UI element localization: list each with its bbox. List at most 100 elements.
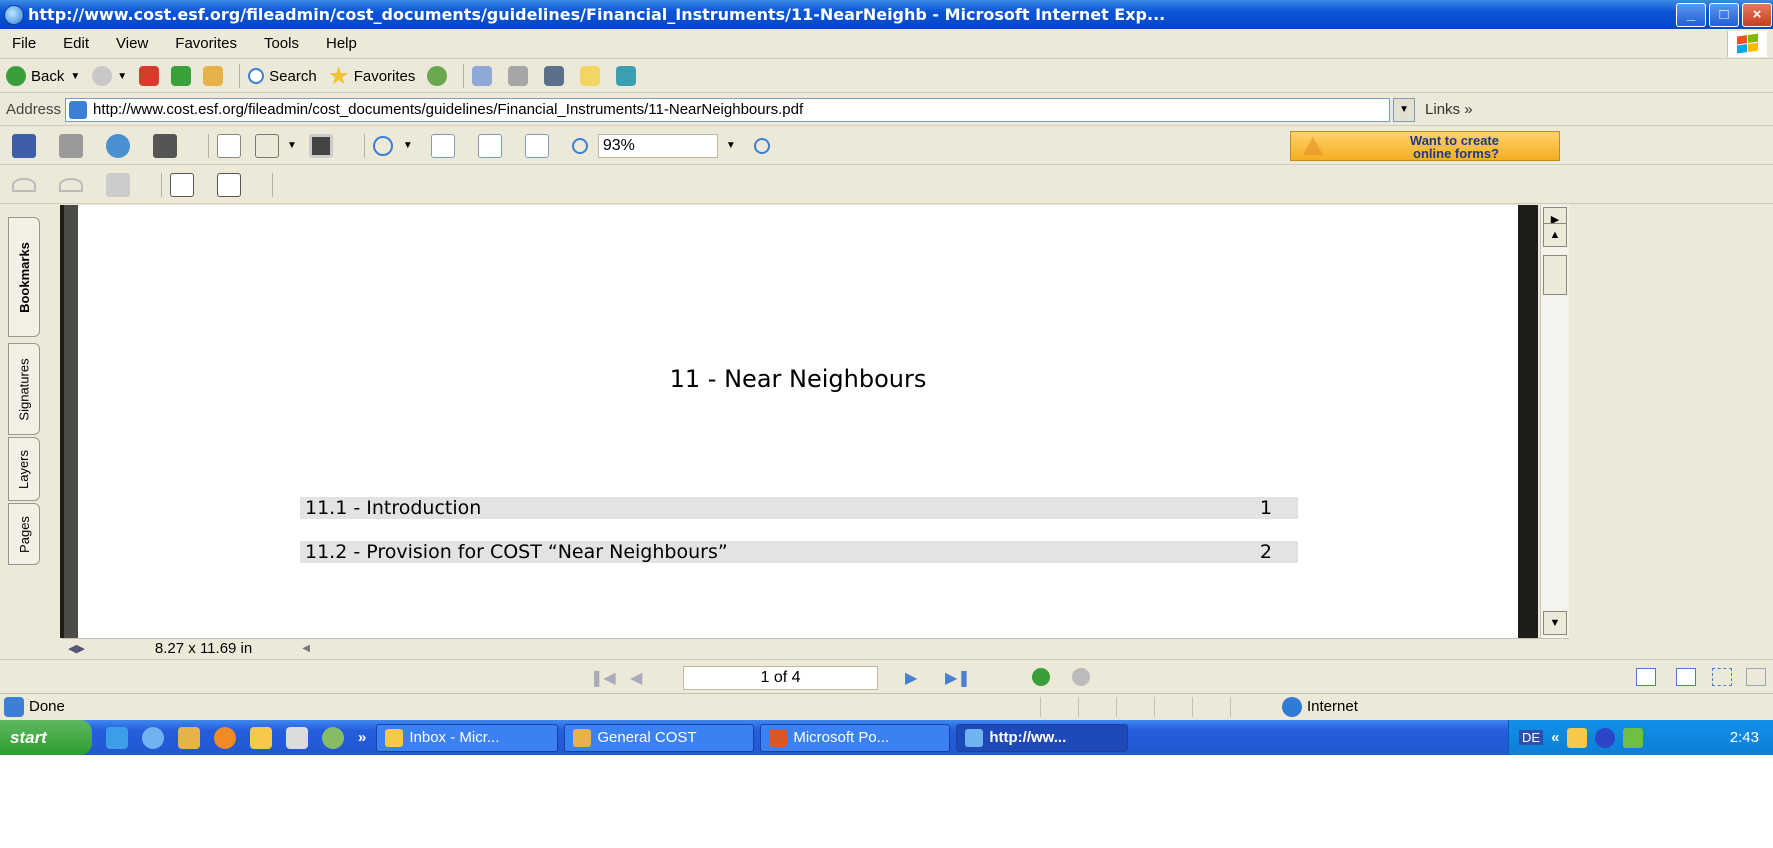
fit-width-icon[interactable] [524, 133, 549, 158]
toc-row[interactable]: 11.1 - Introduction 1 [300, 497, 1298, 519]
back-button[interactable]: Back ▼ [6, 66, 80, 86]
scroll-thumb[interactable] [1543, 255, 1567, 295]
clock[interactable]: 2:43 [1730, 729, 1759, 746]
tray-expand-chevron[interactable]: « [1551, 729, 1559, 746]
zoom-out-icon[interactable] [571, 137, 588, 154]
forward-button[interactable]: ▼ [92, 66, 127, 86]
restore-button[interactable]: □ [1709, 2, 1739, 27]
search-button[interactable]: Search [248, 68, 317, 85]
page-size-bar: ◀▶ 8.27 x 11.69 in ◀ [62, 638, 1569, 658]
first-page-icon[interactable]: ❚◀ [590, 668, 616, 687]
address-input[interactable]: http://www.cost.esf.org/fileadmin/cost_d… [65, 97, 1391, 122]
quicklaunch-ie-icon[interactable] [142, 726, 164, 749]
previous-page-icon[interactable]: ◀ [630, 668, 650, 687]
blank-area [0, 755, 1773, 848]
status-pane [1040, 696, 1078, 717]
save-icon[interactable] [12, 133, 36, 158]
zoom-level-dropdown-icon[interactable]: ▼ [726, 140, 736, 151]
scroll-down-button[interactable]: ▼ [1543, 611, 1567, 635]
tab-signatures[interactable]: Signatures [8, 343, 40, 435]
internet-globe-icon [1282, 696, 1302, 717]
edit-icon[interactable] [544, 66, 565, 86]
quicklaunch-outlook-icon[interactable] [250, 726, 272, 749]
quicklaunch-media-icon[interactable] [214, 726, 236, 749]
menu-edit[interactable]: Edit [63, 35, 89, 52]
continuous-layout-icon[interactable] [1676, 668, 1696, 686]
scroll-left-button[interactable]: ◀ [302, 643, 310, 654]
tray-outlook-icon[interactable] [1567, 727, 1588, 748]
favorites-button[interactable]: Favorites [329, 66, 415, 86]
rotate-counterclockwise-icon[interactable] [217, 172, 241, 197]
minimize-button[interactable]: _ [1676, 2, 1706, 27]
menu-favorites[interactable]: Favorites [175, 35, 237, 52]
menu-tools[interactable]: Tools [264, 35, 299, 52]
toc-row[interactable]: 11.2 - Provision for COST “Near Neighbou… [300, 541, 1298, 563]
language-indicator[interactable]: DE [1519, 730, 1544, 745]
forward-arrow-icon [92, 66, 113, 86]
zoom-in-icon[interactable] [372, 135, 393, 156]
quicklaunch-more-chevron[interactable]: » [358, 729, 366, 746]
zoom-input[interactable]: 93% [597, 133, 718, 158]
zoom-dropdown-icon[interactable]: ▼ [403, 140, 413, 151]
quicklaunch-explorer-icon[interactable] [178, 726, 200, 749]
refresh-icon[interactable] [171, 66, 192, 86]
hand-tool-icon[interactable] [217, 133, 241, 158]
select-dropdown-icon[interactable]: ▼ [287, 140, 297, 151]
stop-icon[interactable] [139, 66, 160, 86]
tab-pages[interactable]: Pages [8, 503, 40, 565]
rotate-clockwise-icon[interactable] [170, 172, 194, 197]
menu-bar: File Edit View Favorites Tools Help [0, 29, 1773, 59]
messenger-icon[interactable] [616, 66, 637, 86]
copy-icon[interactable] [106, 172, 130, 197]
task-internet-explorer[interactable]: http://ww... [956, 723, 1129, 752]
continuous-facing-layout-icon[interactable] [1746, 668, 1766, 686]
task-general-cost[interactable]: General COST [564, 723, 755, 752]
zoom-in-plus-icon[interactable] [753, 137, 770, 154]
menu-view[interactable]: View [116, 35, 148, 52]
quicklaunch-messenger-icon[interactable] [322, 726, 344, 749]
undo-icon[interactable] [12, 177, 36, 192]
select-text-icon[interactable] [255, 133, 279, 158]
previous-view-icon[interactable] [1032, 668, 1050, 686]
email-icon[interactable] [106, 133, 130, 158]
actual-size-icon[interactable] [430, 133, 455, 158]
snapshot-icon[interactable] [308, 133, 333, 158]
status-done: Done [4, 696, 1040, 717]
page-done-icon [4, 696, 24, 717]
tray-vpn-icon[interactable] [1623, 727, 1644, 748]
scroll-up-button[interactable]: ▲ [1543, 223, 1567, 247]
menu-help[interactable]: Help [326, 35, 357, 52]
menu-file[interactable]: File [12, 35, 36, 52]
facing-layout-icon[interactable] [1712, 668, 1732, 686]
mail-icon[interactable] [472, 66, 493, 86]
redo-icon[interactable] [59, 177, 83, 192]
split-icon[interactable]: ◀▶ [68, 642, 85, 655]
print-icon[interactable] [508, 66, 529, 86]
quicklaunch-desktop-icon[interactable] [106, 726, 128, 749]
start-button[interactable]: start [0, 720, 92, 755]
task-label: Inbox - Micr... [409, 729, 500, 746]
close-button[interactable]: × [1742, 2, 1772, 27]
next-view-icon[interactable] [1072, 668, 1090, 686]
task-inbox[interactable]: Inbox - Micr... [376, 723, 559, 752]
task-powerpoint[interactable]: Microsoft Po... [760, 723, 951, 752]
last-page-icon[interactable]: ▶❚ [945, 668, 971, 687]
print-icon[interactable] [59, 133, 83, 158]
quicklaunch-window-icon[interactable] [286, 726, 308, 749]
create-forms-promo[interactable]: Want to create online forms? [1290, 131, 1560, 161]
page-number-input[interactable]: 1 of 4 [683, 666, 878, 690]
tab-layers[interactable]: Layers [8, 437, 40, 501]
links-chevron: » [1464, 101, 1473, 118]
single-page-layout-icon[interactable] [1636, 668, 1656, 686]
vertical-scrollbar[interactable]: ▶ ▲ ▼ [1540, 205, 1569, 638]
tab-bookmarks[interactable]: Bookmarks [8, 217, 40, 337]
tray-network-icon[interactable] [1595, 727, 1616, 748]
address-dropdown-button[interactable]: ▼ [1393, 97, 1416, 122]
links-button[interactable]: Links » [1425, 101, 1473, 118]
discuss-icon[interactable] [580, 66, 601, 86]
next-page-icon[interactable]: ▶ [905, 668, 925, 687]
fit-page-icon[interactable] [477, 133, 502, 158]
home-icon[interactable] [203, 66, 224, 86]
find-icon[interactable] [153, 133, 177, 158]
history-icon[interactable] [427, 66, 448, 86]
